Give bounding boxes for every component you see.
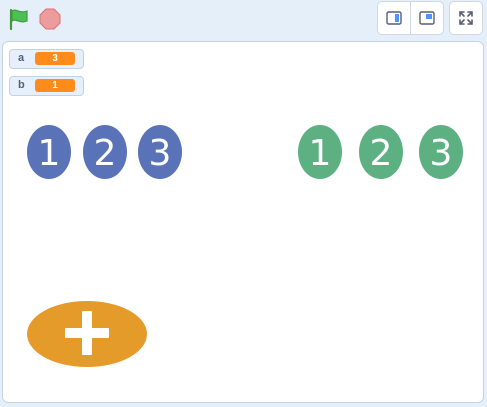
small-stage-button[interactable] bbox=[378, 2, 410, 34]
stage-toolbar bbox=[0, 0, 487, 42]
green-flag-icon[interactable] bbox=[7, 7, 31, 31]
normal-stage-icon bbox=[419, 11, 435, 25]
monitor-label: b bbox=[18, 79, 25, 91]
variable-monitor-a: a 3 bbox=[9, 49, 84, 69]
variable-monitor-b: b 1 bbox=[9, 76, 84, 96]
sprite-number: 3 bbox=[430, 133, 453, 174]
stage[interactable]: a 3 b 1 1 2 3 1 2 3 bbox=[2, 41, 484, 403]
fullscreen-icon bbox=[459, 11, 473, 25]
monitor-label: a bbox=[18, 52, 25, 64]
sprite-number: 3 bbox=[149, 133, 172, 174]
stop-sign-icon[interactable] bbox=[39, 8, 61, 30]
fullscreen-button[interactable] bbox=[449, 1, 483, 35]
sprite-number: 2 bbox=[370, 133, 393, 174]
blue-number-sprite-1[interactable]: 1 bbox=[26, 124, 72, 180]
normal-stage-button[interactable] bbox=[410, 2, 443, 34]
monitor-value: 3 bbox=[35, 52, 75, 65]
sprite-number: 1 bbox=[309, 133, 332, 174]
sprite-number: 2 bbox=[94, 133, 117, 174]
small-stage-icon bbox=[386, 11, 402, 25]
sprite-number: 1 bbox=[38, 133, 61, 174]
blue-number-sprite-3[interactable]: 3 bbox=[137, 124, 183, 180]
blue-number-sprite-2[interactable]: 2 bbox=[82, 124, 128, 180]
monitor-value: 1 bbox=[35, 79, 75, 92]
green-number-sprite-3[interactable]: 3 bbox=[418, 124, 464, 180]
stage-size-toggle bbox=[377, 1, 444, 35]
plus-button-sprite[interactable] bbox=[25, 299, 149, 369]
green-number-sprite-1[interactable]: 1 bbox=[297, 124, 343, 180]
green-number-sprite-2[interactable]: 2 bbox=[358, 124, 404, 180]
